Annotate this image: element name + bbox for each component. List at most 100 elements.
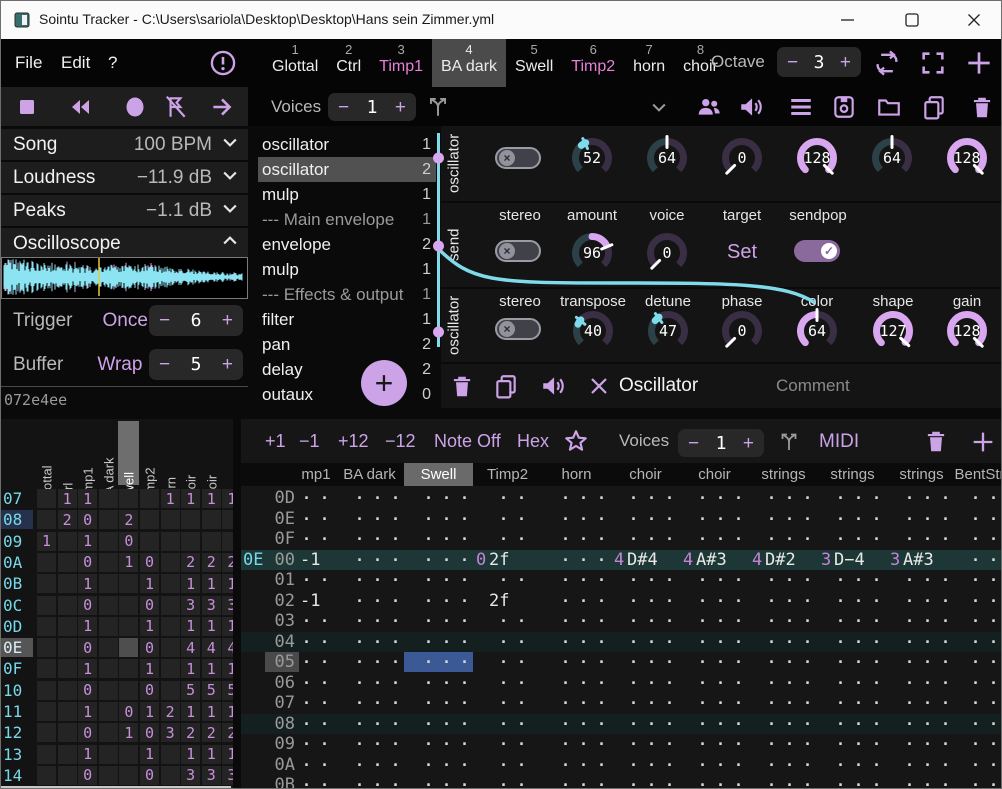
pattern-cell[interactable]: ··· xyxy=(404,611,478,631)
pattern-cell[interactable]: ··· xyxy=(749,632,821,652)
pattern-cell[interactable]: ··· xyxy=(404,755,478,775)
pattern-cell[interactable]: ··· xyxy=(542,775,615,789)
order-cell[interactable]: 1 xyxy=(202,659,221,678)
pattern-cell[interactable]: ··· xyxy=(749,673,821,693)
unit-list-item-mulp[interactable]: mulp1 xyxy=(258,257,436,282)
pattern-cell[interactable]: ··· xyxy=(749,734,821,754)
order-cell[interactable]: 2 xyxy=(181,723,200,742)
close-button[interactable] xyxy=(951,1,997,38)
polyphony-icon[interactable] xyxy=(695,94,723,125)
pattern-cell[interactable]: ··· xyxy=(956,509,1002,529)
minimize-button[interactable] xyxy=(825,1,871,38)
pattern-cell[interactable]: ·· xyxy=(473,673,535,693)
voices-plus-button[interactable]: + xyxy=(395,98,406,117)
pattern-cell[interactable]: ··· xyxy=(818,591,890,611)
unit-comment-field[interactable]: Comment xyxy=(776,376,850,396)
pattern-cell[interactable]: ··· xyxy=(887,611,959,631)
pattern-cell[interactable]: 4D#4 xyxy=(611,550,658,570)
order-cell[interactable] xyxy=(99,766,118,785)
pattern-cell[interactable]: ··· xyxy=(404,488,478,508)
pattern-cell[interactable]: ·· xyxy=(473,652,535,672)
order-cell[interactable] xyxy=(119,617,138,636)
unit-list-item-oscillator[interactable]: oscillator1 xyxy=(258,132,436,157)
pattern-cell[interactable]: ··· xyxy=(680,591,752,611)
pattern-cell[interactable]: ··· xyxy=(611,775,683,789)
knob-detune[interactable]: 47 xyxy=(644,308,692,359)
order-cell[interactable] xyxy=(99,553,118,572)
order-cell[interactable]: 0 xyxy=(140,681,159,700)
pattern-cell[interactable]: ··· xyxy=(611,591,683,611)
pattern-cell[interactable]: ··· xyxy=(542,488,615,508)
order-cell[interactable] xyxy=(181,510,200,529)
pattern-cell[interactable]: ··· xyxy=(404,734,478,754)
panel-row-loudness[interactable]: Loudness−11.9 dB xyxy=(1,162,248,193)
order-cell[interactable]: 2 xyxy=(222,553,233,572)
order-cell[interactable]: 1 xyxy=(140,745,159,764)
pattern-cell[interactable]: ··· xyxy=(887,632,959,652)
pattern-cell[interactable]: 4A#3 xyxy=(680,550,727,570)
copy-icon[interactable] xyxy=(921,94,947,125)
pattern-button-+1[interactable]: +1 xyxy=(265,431,286,452)
pattern-voices-plus-button[interactable]: + xyxy=(743,434,754,453)
pattern-cell[interactable]: ·· xyxy=(297,693,338,713)
pattern-cell[interactable]: ··· xyxy=(404,714,478,734)
save-icon[interactable] xyxy=(831,94,857,125)
pattern-cell[interactable]: ··· xyxy=(887,693,959,713)
pattern-cell[interactable]: ··· xyxy=(542,693,615,713)
order-cell[interactable]: 0 xyxy=(140,723,159,742)
order-cell[interactable]: 3 xyxy=(161,723,180,742)
pattern-cell[interactable]: ··· xyxy=(611,529,683,549)
pattern-cell[interactable]: ··· xyxy=(335,734,409,754)
order-cell[interactable]: 2 xyxy=(181,553,200,572)
order-cell[interactable]: 1 xyxy=(181,659,200,678)
pattern-cell[interactable]: ··· xyxy=(335,632,409,652)
menu-edit[interactable]: Edit xyxy=(61,53,90,73)
order-cell[interactable]: 1 xyxy=(222,702,233,721)
order-cell[interactable]: 1 xyxy=(181,617,200,636)
order-cell[interactable]: 1 xyxy=(119,723,138,742)
menu-help[interactable]: ? xyxy=(108,53,117,73)
pattern-delete-trash-icon[interactable] xyxy=(923,428,949,459)
voices-minus-button[interactable]: − xyxy=(338,98,349,117)
track-tab-Timp1[interactable]: 3Timp1 xyxy=(370,39,432,87)
unit-list-item-oscillator[interactable]: oscillator2 xyxy=(258,157,436,182)
pattern-cell[interactable]: ··· xyxy=(680,509,752,529)
pattern-cell[interactable]: ··· xyxy=(956,775,1002,789)
pattern-cell[interactable]: ·· xyxy=(297,529,338,549)
pattern-cell[interactable]: ··· xyxy=(404,775,478,789)
order-cell[interactable] xyxy=(58,617,77,636)
order-cell[interactable]: 0 xyxy=(140,766,159,785)
order-cell[interactable]: 1 xyxy=(78,617,97,636)
send-target-button[interactable]: Set xyxy=(727,241,757,264)
order-cell[interactable]: 1 xyxy=(119,553,138,572)
knob-voice[interactable]: 0 xyxy=(643,230,691,281)
pattern-cell[interactable]: ··· xyxy=(335,775,409,789)
pattern-cell[interactable]: ·· xyxy=(473,734,535,754)
favorite-star-icon[interactable] xyxy=(563,428,589,459)
pattern-cell[interactable]: ··· xyxy=(887,591,959,611)
pattern-cell[interactable]: ·· xyxy=(297,714,338,734)
unit-list-item-Mainenvelope[interactable]: --- Main envelope1 xyxy=(258,207,436,232)
pattern-cell[interactable]: ··· xyxy=(611,509,683,529)
order-cell[interactable] xyxy=(37,766,56,785)
order-cell[interactable] xyxy=(58,574,77,593)
pattern-cell[interactable]: ··· xyxy=(404,632,478,652)
pattern-cell[interactable]: ··· xyxy=(818,755,890,775)
pattern-cell[interactable]: ··· xyxy=(956,570,1002,590)
unit-list-item-outaux[interactable]: outaux0 xyxy=(258,382,436,407)
order-cell[interactable]: 4 xyxy=(181,638,200,657)
order-cell[interactable]: 1 xyxy=(78,489,97,508)
pattern-cell[interactable]: ··· xyxy=(956,693,1002,713)
speaker-icon[interactable] xyxy=(737,94,765,125)
pattern-cell[interactable]: ·· xyxy=(473,529,535,549)
order-cell[interactable] xyxy=(99,532,118,551)
pattern-cell[interactable]: ··· xyxy=(749,570,821,590)
pattern-cell[interactable]: ··· xyxy=(956,611,1002,631)
pattern-cell[interactable]: ··· xyxy=(611,755,683,775)
knob-phase[interactable]: 0 xyxy=(718,308,766,359)
order-cell[interactable] xyxy=(58,659,77,678)
order-cell[interactable] xyxy=(58,766,77,785)
trigger-mode[interactable]: Once xyxy=(102,310,147,332)
pattern-cell[interactable]: ··· xyxy=(335,693,409,713)
pattern-cell[interactable]: ·· xyxy=(297,734,338,754)
